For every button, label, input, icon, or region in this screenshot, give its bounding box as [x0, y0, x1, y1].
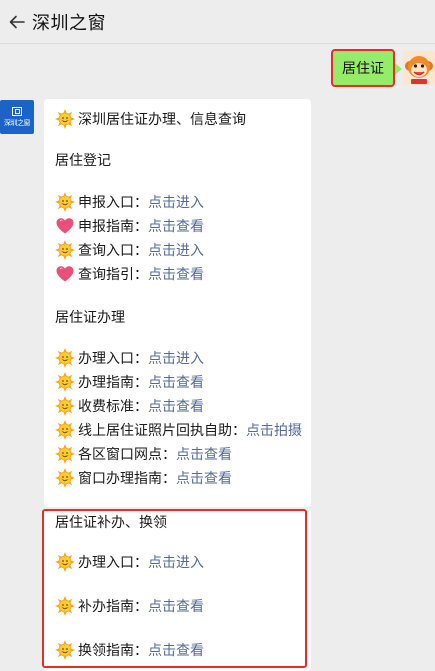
sun-icon: [55, 396, 75, 416]
sun-icon: [55, 596, 75, 616]
section-heading-reissue: 居住证补办、换领: [55, 514, 167, 530]
item-label: 查询入口：: [78, 242, 148, 258]
user-message-row: 居住证: [0, 49, 435, 89]
section-heading-application: 居住证办理: [55, 309, 125, 325]
list-item: 收费标准： 点击查看: [55, 395, 204, 417]
item-link[interactable]: 点击查看: [148, 640, 204, 660]
user-message-bubble[interactable]: 居住证: [331, 49, 395, 87]
back-arrow-icon: [9, 15, 25, 28]
item-label: 线上居住证照片回执自助：: [78, 422, 246, 438]
list-item: 办理入口： 点击进入: [55, 347, 204, 369]
item-link[interactable]: 点击进入: [148, 552, 204, 572]
list-item: 补办指南： 点击查看: [55, 595, 204, 617]
item-label: 办理指南：: [78, 374, 148, 390]
top-bar: 深圳之窗: [0, 0, 435, 44]
item-link[interactable]: 点击查看: [148, 372, 204, 392]
item-link[interactable]: 点击查看: [148, 396, 204, 416]
sun-icon: [55, 109, 75, 129]
intro-text: 深圳居住证办理、信息查询: [78, 111, 246, 127]
item-link[interactable]: 点击查看: [148, 596, 204, 616]
user-avatar[interactable]: [403, 51, 435, 85]
item-link[interactable]: 点击进入: [148, 240, 204, 260]
item-link[interactable]: 点击进入: [148, 192, 204, 212]
list-item: 查询入口： 点击进入: [55, 239, 204, 261]
list-item: 办理入口： 点击进入: [55, 551, 204, 573]
window-logo-icon: [12, 106, 22, 116]
item-link[interactable]: 点击查看: [148, 216, 204, 236]
sun-icon: [55, 444, 75, 464]
item-label: 查询指引：: [78, 266, 148, 282]
list-item: 办理指南： 点击查看: [55, 371, 204, 393]
sun-icon: [55, 240, 75, 260]
monkey-avatar-icon: [403, 51, 435, 85]
item-label: 办理入口：: [78, 554, 148, 570]
item-label: 窗口办理指南：: [78, 470, 176, 486]
sun-icon: [55, 420, 75, 440]
bot-avatar[interactable]: 深圳之窗: [0, 100, 34, 134]
sun-icon: [55, 372, 75, 392]
item-label: 申报入口：: [78, 194, 148, 210]
list-item: 查询指引： 点击查看: [55, 263, 204, 285]
item-link[interactable]: 点击查看: [176, 468, 232, 488]
sun-icon: [55, 192, 75, 212]
list-item: 窗口办理指南： 点击查看: [55, 467, 232, 489]
item-label: 补办指南：: [78, 598, 148, 614]
sun-icon: [55, 348, 75, 368]
user-bubble-tail: [395, 63, 402, 75]
list-item: 换领指南： 点击查看: [55, 639, 204, 661]
list-item: 申报指南： 点击查看: [55, 215, 204, 237]
back-button[interactable]: [2, 0, 32, 44]
item-label: 换领指南：: [78, 642, 148, 658]
item-link[interactable]: 点击拍摄: [246, 420, 302, 440]
sun-icon: [55, 640, 75, 660]
chat-title: 深圳之窗: [32, 12, 106, 33]
item-label: 各区窗口网点：: [78, 446, 176, 462]
heart-icon: [55, 264, 75, 284]
section-heading-registration: 居住登记: [55, 152, 111, 168]
bot-avatar-text: 深圳之窗: [4, 118, 31, 127]
intro-line: 深圳居住证办理、信息查询: [55, 108, 246, 130]
sun-icon: [55, 552, 75, 572]
item-link[interactable]: 点击查看: [176, 444, 232, 464]
item-link[interactable]: 点击查看: [148, 264, 204, 284]
list-item: 线上居住证照片回执自助： 点击拍摄: [55, 419, 302, 441]
item-label: 收费标准：: [78, 398, 148, 414]
item-label: 申报指南：: [78, 218, 148, 234]
heart-icon: [55, 216, 75, 236]
item-label: 办理入口：: [78, 350, 148, 366]
list-item: 各区窗口网点： 点击查看: [55, 443, 232, 465]
item-link[interactable]: 点击进入: [148, 348, 204, 368]
sun-icon: [55, 468, 75, 488]
list-item: 申报入口： 点击进入: [55, 191, 204, 213]
